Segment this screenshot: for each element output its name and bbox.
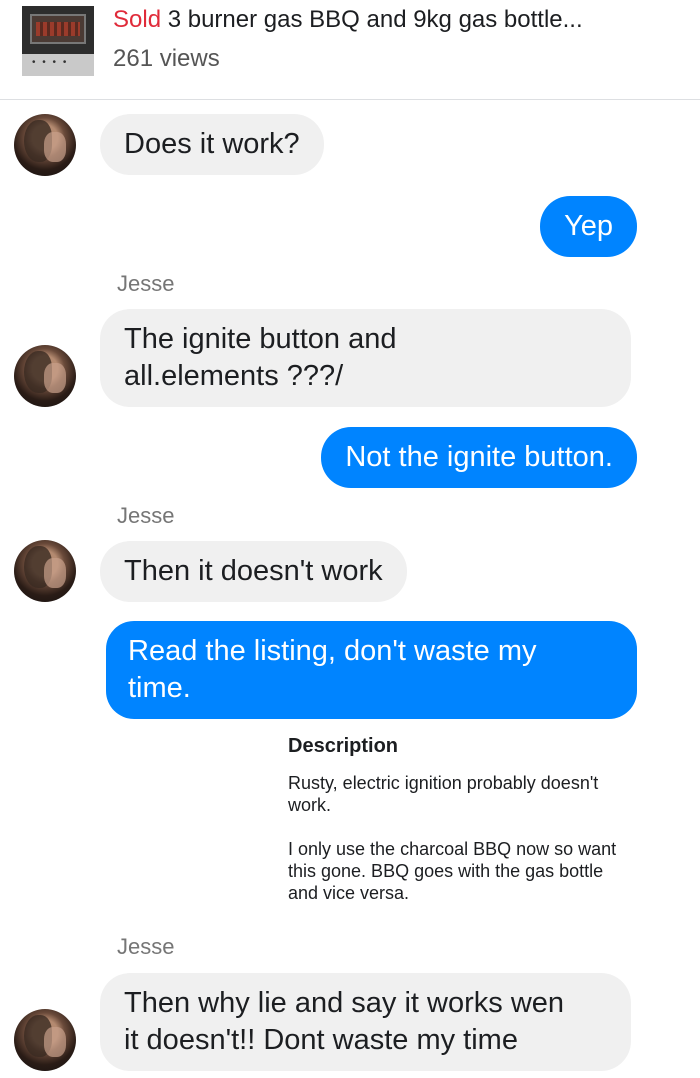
listing-views: 261 views (113, 45, 220, 72)
message-bubble-outgoing: Read the listing, don't waste my time. (106, 621, 637, 719)
sender-name: Jesse (117, 271, 175, 296)
avatar[interactable] (14, 540, 76, 602)
message-bubble-outgoing: Not the ignite button. (321, 427, 637, 488)
sold-status: Sold (113, 6, 162, 33)
avatar[interactable] (14, 1009, 76, 1071)
avatar[interactable] (14, 114, 76, 176)
description-paragraph: Rusty, electric ignition probably doesn'… (288, 773, 599, 815)
message-bubble-incoming: Then it doesn't work (100, 541, 407, 602)
sender-name: Jesse (117, 503, 175, 528)
listing-title-text: 3 burner gas BBQ and 9kg gas bottle... (167, 6, 583, 33)
sender-name: Jesse (117, 934, 175, 959)
description-paragraph: I only use the charcoal BBQ now so want … (288, 839, 617, 903)
message-bubble-incoming: Then why lie and say it works wen it doe… (100, 973, 631, 1071)
message-bubble-incoming: The ignite button and all.elements ???/ (100, 309, 631, 407)
listing-title[interactable]: Sold 3 burner gas BBQ and 9kg gas bottle… (113, 6, 583, 34)
message-bubble-outgoing: Yep (540, 196, 637, 257)
listing-thumbnail[interactable] (22, 6, 94, 76)
avatar[interactable] (14, 345, 76, 407)
listing-header[interactable]: Sold 3 burner gas BBQ and 9kg gas bottle… (0, 0, 700, 100)
listing-description-screenshot: Description Rusty, electric ignition pro… (288, 735, 668, 904)
message-bubble-incoming: Does it work? (100, 114, 324, 175)
description-heading: Description (288, 735, 399, 757)
